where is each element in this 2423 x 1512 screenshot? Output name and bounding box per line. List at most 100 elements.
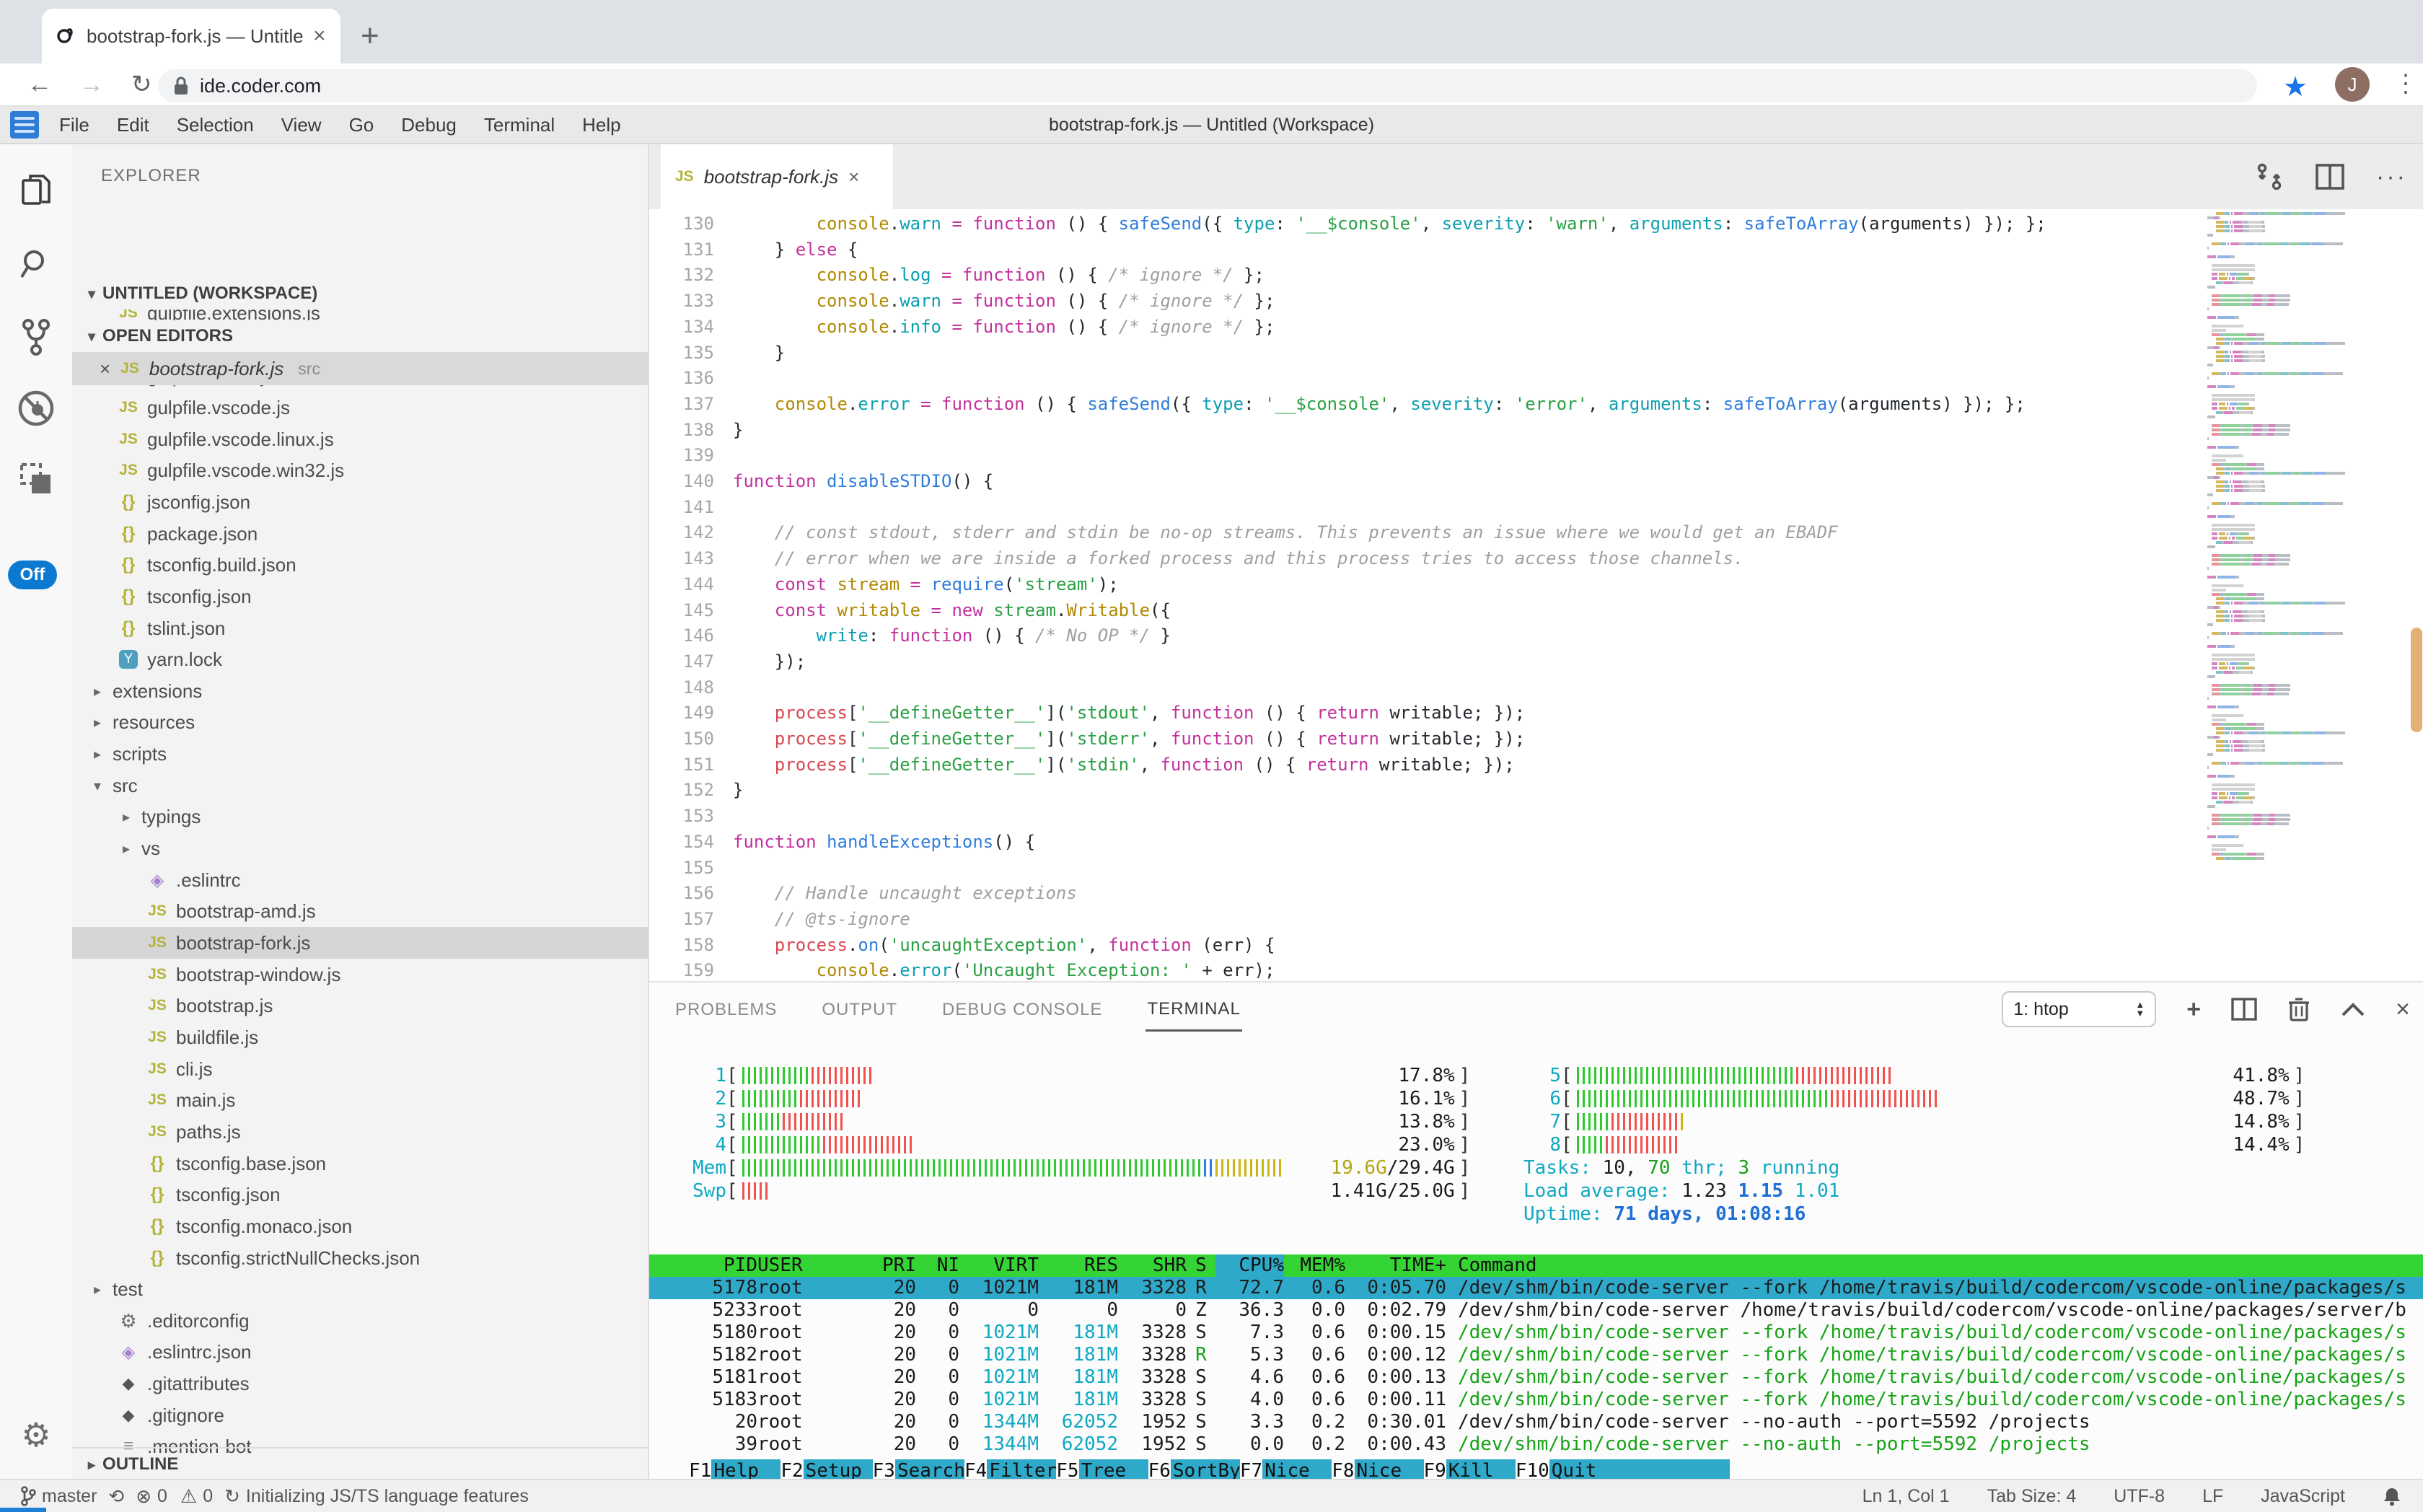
code-line[interactable]: 159 console.error('Uncaught Exception: '… [649, 957, 2423, 981]
code-line[interactable]: 156 // Handle uncaught exceptions [649, 880, 2423, 906]
column-header[interactable]: SHR [1118, 1254, 1187, 1277]
column-header[interactable]: S [1187, 1254, 1215, 1277]
encoding[interactable]: UTF-8 [2114, 1486, 2165, 1507]
fn-label[interactable]: Quit [1549, 1459, 1730, 1480]
eol[interactable]: LF [2202, 1486, 2223, 1507]
column-header[interactable]: RES [1039, 1254, 1118, 1277]
code-line[interactable]: 149 process['__defineGetter__']('stdout'… [649, 700, 2423, 726]
source-control-icon[interactable] [0, 317, 72, 356]
minimap[interactable] [2207, 212, 2404, 977]
fn-label[interactable]: Search [895, 1459, 964, 1480]
code-line[interactable]: 158 process.on('uncaughtException', func… [649, 932, 2423, 958]
fn-key[interactable]: F5 [1056, 1459, 1078, 1480]
process-row[interactable]: 5183root2001021M181M3328S4.00.60:00.11/d… [649, 1389, 2423, 1411]
tab-close-icon[interactable]: × [313, 24, 326, 48]
fn-key[interactable]: F9 [1424, 1459, 1446, 1480]
code-line[interactable]: 148 [649, 674, 2423, 700]
file-row[interactable]: ▸typings [72, 801, 648, 832]
new-tab-button[interactable]: + [361, 20, 379, 52]
reload-icon[interactable]: ↻ [131, 70, 152, 99]
browser-tab[interactable]: bootstrap-fork.js — Untitled (W × [42, 9, 340, 63]
file-row[interactable]: {}tsconfig.strictNullChecks.json [72, 1242, 648, 1274]
git-branch-item[interactable]: master [20, 1486, 97, 1507]
menu-debug[interactable]: Debug [401, 114, 457, 136]
settings-gear-icon[interactable]: ⚙ [0, 1415, 72, 1454]
problems-item[interactable]: ⊗0 ⚠0 [136, 1485, 213, 1508]
language-mode[interactable]: JavaScript [2261, 1486, 2345, 1507]
file-row[interactable]: ▸test [72, 1273, 648, 1305]
file-row[interactable]: ▸scripts [72, 738, 648, 770]
fn-key[interactable]: F7 [1240, 1459, 1262, 1480]
file-row[interactable]: ◈.eslintrc.json [72, 1336, 648, 1368]
file-row[interactable]: ◆.gitattributes [72, 1368, 648, 1399]
file-row[interactable]: ◆.gitignore [72, 1399, 648, 1431]
app-logo-icon[interactable] [10, 111, 39, 139]
split-editor-icon[interactable] [2316, 164, 2344, 190]
column-header[interactable]: MEM% [1284, 1254, 1345, 1277]
fn-key[interactable]: F2 [780, 1459, 803, 1480]
off-toggle-badge[interactable]: Off [8, 561, 57, 589]
fn-key[interactable]: F10 [1516, 1459, 1549, 1480]
file-row[interactable]: JSbuildfile.js [72, 1021, 648, 1053]
fn-label[interactable]: Help [711, 1459, 780, 1480]
fn-key[interactable]: F4 [964, 1459, 987, 1480]
code-line[interactable]: 152} [649, 777, 2423, 803]
file-row[interactable]: JSbootstrap.js [72, 990, 648, 1021]
file-row[interactable]: JSbootstrap-amd.js [72, 895, 648, 927]
column-header[interactable]: CPU% [1215, 1254, 1284, 1277]
back-icon[interactable]: ← [27, 71, 52, 99]
fn-key[interactable]: F8 [1332, 1459, 1354, 1480]
file-row[interactable]: {}tsconfig.json [72, 1179, 648, 1210]
editor-scrollbar[interactable] [2411, 628, 2422, 732]
open-editors-section[interactable]: ▾ OPEN EDITORS [72, 320, 648, 352]
file-row[interactable]: JScli.js [72, 1053, 648, 1085]
file-row[interactable]: {}tslint.json [72, 612, 648, 644]
close-panel-icon[interactable]: × [2396, 995, 2410, 1024]
process-row[interactable]: 5181root2001021M181M3328S4.60.60:00.13/d… [649, 1366, 2423, 1389]
code-line[interactable]: 136 [649, 365, 2423, 391]
code-line[interactable]: 151 process['__defineGetter__']('stdin',… [649, 752, 2423, 778]
file-row[interactable]: {}jsconfig.json [72, 486, 648, 518]
process-row[interactable]: 5233root200000Z36.30.00:02.79/dev/shm/bi… [649, 1299, 2423, 1322]
explorer-icon[interactable] [0, 173, 72, 209]
open-editor-item[interactable]: × JS bootstrap-fork.js src [72, 352, 648, 385]
workspace-section[interactable]: ▾ UNTITLED (WORKSPACE) [72, 278, 648, 309]
file-row[interactable]: JSgulpfile.vscode.js [72, 392, 648, 423]
file-row[interactable]: JSbootstrap-fork.js [72, 927, 648, 959]
process-row[interactable]: 20root2001344M620521952S3.30.20:30.01/de… [649, 1411, 2423, 1433]
column-header[interactable]: Command [1446, 1254, 2423, 1277]
fn-key[interactable]: F1 [689, 1459, 711, 1480]
file-row[interactable]: {}tsconfig.monaco.json [72, 1210, 648, 1242]
file-row[interactable]: JSbootstrap-window.js [72, 959, 648, 990]
file-row[interactable]: ▸extensions [72, 675, 648, 707]
code-line[interactable]: 155 [649, 855, 2423, 881]
fn-key[interactable]: F6 [1148, 1459, 1171, 1480]
code-line[interactable]: 146 write: function () { /* No OP */ } [649, 623, 2423, 649]
process-row[interactable]: 5182root2001021M181M3328R5.30.60:00.12/d… [649, 1344, 2423, 1366]
editor-tab[interactable]: JS bootstrap-fork.js × [661, 144, 893, 209]
menu-go[interactable]: Go [349, 114, 374, 136]
file-row[interactable]: JSgulpfile.vscode.win32.js [72, 454, 648, 486]
file-row[interactable]: ▸resources [72, 706, 648, 738]
code-line[interactable]: 145 const writable = new stream.Writable… [649, 597, 2423, 623]
code-line[interactable]: 131 } else { [649, 237, 2423, 263]
terminal-select[interactable]: 1: htop ▲▼ [2002, 991, 2156, 1027]
code-line[interactable]: 132 console.log = function () { /* ignor… [649, 262, 2423, 288]
code-line[interactable]: 130 console.warn = function () { safeSen… [649, 211, 2423, 237]
notifications-bell-icon[interactable] [2383, 1486, 2401, 1506]
file-row[interactable]: {}package.json [72, 518, 648, 550]
indentation[interactable]: Tab Size: 4 [1987, 1486, 2077, 1507]
code-line[interactable]: 141 [649, 494, 2423, 520]
code-line[interactable]: 153 [649, 803, 2423, 829]
menu-file[interactable]: File [59, 114, 89, 136]
code-line[interactable]: 140function disableSTDIO() { [649, 468, 2423, 494]
code-line[interactable]: 150 process['__defineGetter__']('stderr'… [649, 726, 2423, 752]
menu-help[interactable]: Help [582, 114, 620, 136]
file-row[interactable]: ▾src [72, 770, 648, 801]
code-line[interactable]: 135 } [649, 340, 2423, 366]
fn-label[interactable]: Tree [1079, 1459, 1148, 1480]
bookmark-star-icon[interactable]: ★ [2283, 71, 2308, 103]
file-row[interactable]: ▸vs [72, 832, 648, 864]
file-row[interactable]: {}tsconfig.build.json [72, 549, 648, 581]
close-icon[interactable]: × [100, 358, 110, 380]
